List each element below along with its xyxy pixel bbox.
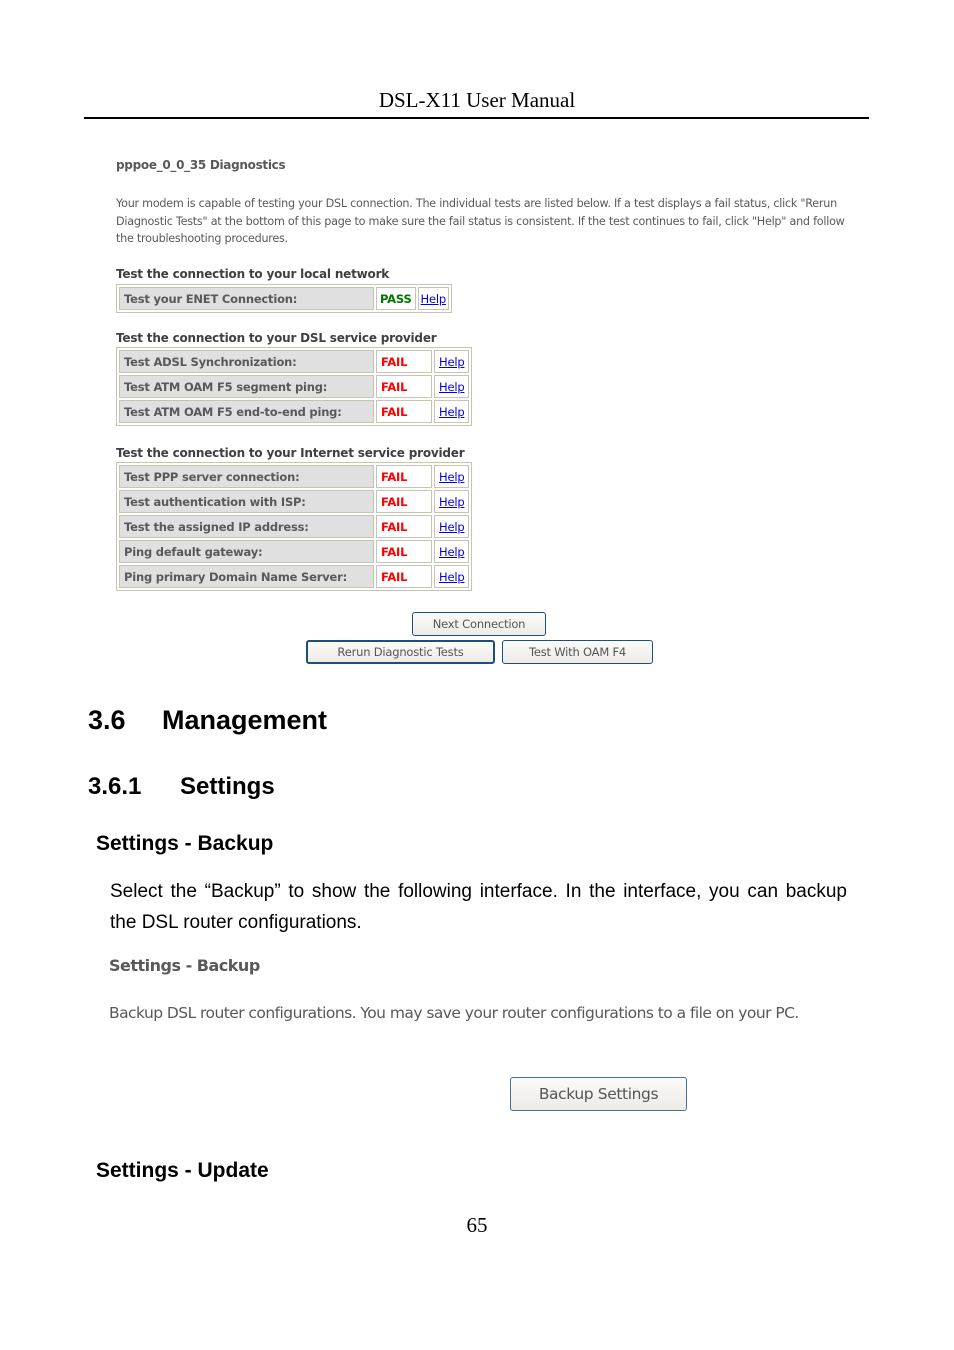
help-link[interactable]: Help bbox=[439, 545, 465, 559]
table-row: Test ADSL Synchronization: FAIL Help bbox=[119, 350, 470, 373]
table-row: Ping default gateway: FAIL Help bbox=[119, 540, 470, 563]
status-badge: FAIL bbox=[376, 540, 432, 563]
status-badge: FAIL bbox=[376, 350, 432, 373]
help-link[interactable]: Help bbox=[439, 520, 465, 534]
table-row: Test PPP server connection: FAIL Help bbox=[119, 465, 470, 488]
status-badge: FAIL bbox=[376, 400, 432, 423]
running-header: DSL-X11 User Manual bbox=[378, 88, 576, 112]
test-name: Ping primary Domain Name Server: bbox=[119, 565, 374, 588]
local-network-table: Test your ENET Connection: PASS Help bbox=[116, 284, 452, 313]
help-link[interactable]: Help bbox=[439, 380, 465, 394]
test-name: Test authentication with ISP: bbox=[119, 490, 374, 513]
help-link[interactable]: Help bbox=[439, 405, 465, 419]
backup-ui-description: Backup DSL router configurations. You ma… bbox=[109, 1004, 799, 1022]
status-badge: FAIL bbox=[376, 375, 432, 398]
help-link[interactable]: Help bbox=[439, 495, 465, 509]
section-title: Management bbox=[162, 705, 328, 735]
status-badge: FAIL bbox=[376, 490, 432, 513]
test-name: Test ADSL Synchronization: bbox=[119, 350, 374, 373]
section-number: 3.6 bbox=[88, 705, 126, 735]
test-name: Test your ENET Connection: bbox=[119, 287, 374, 310]
isp-table: Test PPP server connection: FAIL Help Te… bbox=[116, 462, 473, 591]
section-heading-management: 3.6 Management bbox=[88, 705, 327, 736]
backup-ui-title: Settings - Backup bbox=[109, 956, 260, 975]
dsl-provider-table: Test ADSL Synchronization: FAIL Help Tes… bbox=[116, 347, 473, 426]
status-badge: PASS bbox=[376, 287, 416, 310]
test-name: Test the assigned IP address: bbox=[119, 515, 374, 538]
section-label-local-network: Test the connection to your local networ… bbox=[116, 267, 390, 281]
table-row: Test your ENET Connection: PASS Help bbox=[119, 287, 449, 310]
subsection-heading-settings: 3.6.1 Settings bbox=[88, 773, 275, 801]
diagnostics-description: Your modem is capable of testing your DS… bbox=[116, 197, 845, 246]
help-link[interactable]: Help bbox=[439, 570, 465, 584]
diagnostics-title: pppoe_0_0_35 Diagnostics bbox=[116, 158, 286, 172]
help-link[interactable]: Help bbox=[421, 292, 447, 306]
heading-settings-update: Settings - Update bbox=[96, 1159, 269, 1182]
rerun-diagnostic-tests-button[interactable]: Rerun Diagnostic Tests bbox=[306, 640, 495, 664]
page-number: 65 bbox=[466, 1213, 488, 1237]
test-name: Test ATM OAM F5 segment ping: bbox=[119, 375, 374, 398]
subsection-title: Settings bbox=[180, 773, 275, 800]
test-name: Test PPP server connection: bbox=[119, 465, 374, 488]
test-name: Test ATM OAM F5 end-to-end ping: bbox=[119, 400, 374, 423]
table-row: Test ATM OAM F5 segment ping: FAIL Help bbox=[119, 375, 470, 398]
next-connection-button[interactable]: Next Connection bbox=[412, 612, 546, 636]
table-row: Test authentication with ISP: FAIL Help bbox=[119, 490, 470, 513]
status-badge: FAIL bbox=[376, 515, 432, 538]
heading-settings-backup: Settings - Backup bbox=[96, 832, 274, 855]
subsection-number: 3.6.1 bbox=[88, 773, 142, 800]
test-with-oam-f4-button[interactable]: Test With OAM F4 bbox=[502, 640, 653, 664]
section-label-isp: Test the connection to your Internet ser… bbox=[116, 446, 465, 460]
table-row: Ping primary Domain Name Server: FAIL He… bbox=[119, 565, 470, 588]
test-name: Ping default gateway: bbox=[119, 540, 374, 563]
backup-settings-button[interactable]: Backup Settings bbox=[510, 1077, 687, 1111]
header-rule bbox=[84, 117, 869, 119]
status-badge: FAIL bbox=[376, 565, 432, 588]
table-row: Test ATM OAM F5 end-to-end ping: FAIL He… bbox=[119, 400, 470, 423]
status-badge: FAIL bbox=[376, 465, 432, 488]
help-link[interactable]: Help bbox=[439, 355, 465, 369]
backup-paragraph: Select the “Backup” to show the followin… bbox=[110, 881, 847, 933]
section-label-dsl-provider: Test the connection to your DSL service … bbox=[116, 331, 437, 345]
help-link[interactable]: Help bbox=[439, 470, 465, 484]
table-row: Test the assigned IP address: FAIL Help bbox=[119, 515, 470, 538]
